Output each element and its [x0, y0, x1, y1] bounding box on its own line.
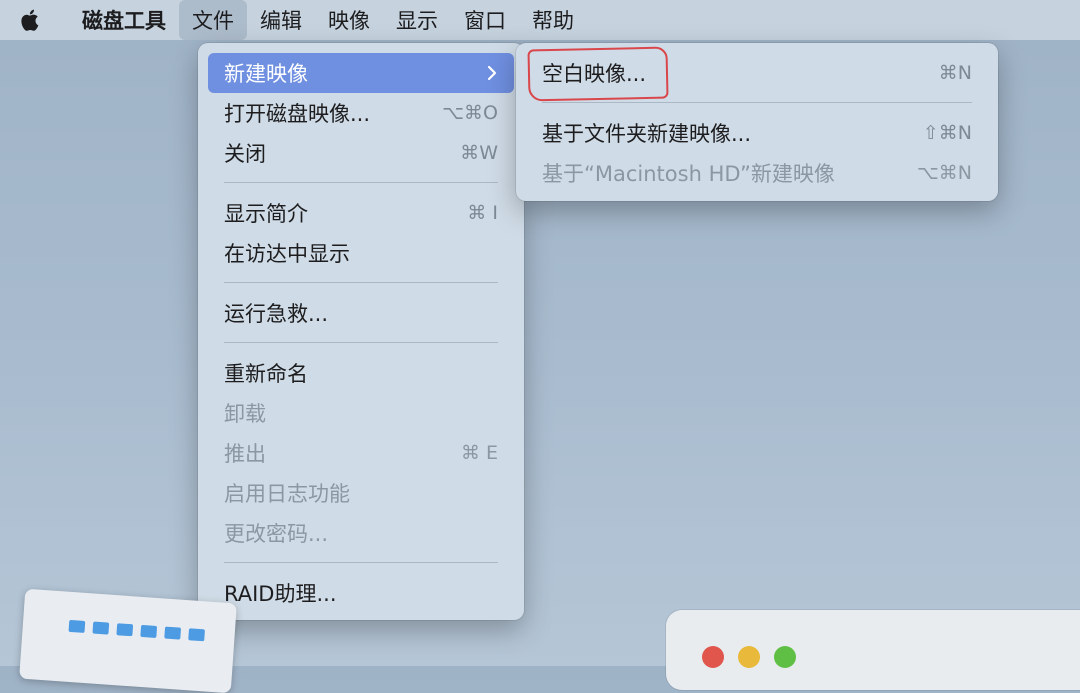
menu-item-raid-assistant[interactable]: RAID助理... [208, 573, 514, 613]
menu-item-label: 运行急救... [224, 302, 329, 326]
finder-window-thumbnail[interactable] [19, 588, 237, 693]
shortcut-label: ⌥⌘O [442, 102, 498, 124]
menu-separator [224, 282, 498, 283]
close-button[interactable] [702, 646, 724, 668]
menu-item-label: 打开磁盘映像... [224, 102, 371, 126]
menu-item-change-password: 更改密码... [208, 513, 514, 553]
apple-icon [21, 9, 39, 31]
menu-item-label: RAID助理... [224, 582, 337, 606]
menu-separator [542, 102, 972, 103]
menu-item-label: 卸载 [224, 402, 266, 426]
shortcut-label: ⌘ E [460, 442, 498, 464]
menu-item-close[interactable]: 关闭 ⌘W [208, 133, 514, 173]
menu-item-label: 更改密码... [224, 522, 329, 546]
menu-item-image-from-disk: 基于“Macintosh HD”新建映像 ⌥⌘N [526, 153, 988, 193]
menu-item-show-in-finder[interactable]: 在访达中显示 [208, 233, 514, 273]
menu-item-label: 重新命名 [224, 362, 308, 386]
folder-icon [116, 623, 134, 637]
shortcut-label: ⌘ I [467, 202, 498, 224]
menu-view[interactable]: 显示 [383, 0, 451, 40]
folder-icon [140, 624, 158, 638]
minimize-button[interactable] [738, 646, 760, 668]
menu-image[interactable]: 映像 [315, 0, 383, 40]
shortcut-label: ⌘W [460, 142, 498, 164]
app-window [666, 610, 1080, 690]
menu-item-label: 基于文件夹新建映像... [542, 122, 752, 146]
menu-item-first-aid[interactable]: 运行急救... [208, 293, 514, 333]
folder-icon [164, 626, 182, 640]
menu-window[interactable]: 窗口 [451, 0, 519, 40]
shortcut-label: ⌘N [938, 62, 972, 84]
menu-item-label: 启用日志功能 [224, 482, 350, 506]
menu-help[interactable]: 帮助 [519, 0, 587, 40]
folder-icon [92, 621, 110, 635]
menu-item-label: 关闭 [224, 142, 266, 166]
menu-separator [224, 182, 498, 183]
menu-item-label: 新建映像 [224, 62, 308, 86]
zoom-button[interactable] [774, 646, 796, 668]
menu-item-image-from-folder[interactable]: 基于文件夹新建映像... ⇧⌘N [526, 113, 988, 153]
chevron-right-icon [487, 65, 497, 81]
shortcut-label: ⇧⌘N [922, 122, 972, 144]
menu-item-label: 显示简介 [224, 202, 308, 226]
menu-item-rename[interactable]: 重新命名 [208, 353, 514, 393]
menu-separator [224, 562, 498, 563]
menu-separator [224, 342, 498, 343]
menu-item-label: 推出 [224, 442, 266, 466]
menu-item-new-image[interactable]: 新建映像 [208, 53, 514, 93]
menu-item-eject: 推出 ⌘ E [208, 433, 514, 473]
folder-icon [68, 619, 86, 633]
menu-item-label: 基于“Macintosh HD”新建映像 [542, 162, 835, 186]
annotation-highlight [527, 46, 669, 102]
menu-app-name[interactable]: 磁盘工具 [62, 0, 179, 40]
menu-item-unmount: 卸载 [208, 393, 514, 433]
menu-item-open-disk-image[interactable]: 打开磁盘映像... ⌥⌘O [208, 93, 514, 133]
menu-item-enable-journaling: 启用日志功能 [208, 473, 514, 513]
folder-icon [188, 628, 206, 642]
menu-bar: 磁盘工具 文件 编辑 映像 显示 窗口 帮助 [0, 0, 1080, 40]
menu-file[interactable]: 文件 [179, 0, 247, 40]
menu-item-get-info[interactable]: 显示简介 ⌘ I [208, 193, 514, 233]
menu-edit[interactable]: 编辑 [247, 0, 315, 40]
shortcut-label: ⌥⌘N [916, 162, 972, 184]
file-menu-dropdown: 新建映像 打开磁盘映像... ⌥⌘O 关闭 ⌘W 显示简介 ⌘ I 在访达中显示… [198, 43, 524, 620]
apple-menu[interactable] [0, 0, 62, 40]
menu-item-label: 在访达中显示 [224, 242, 350, 266]
